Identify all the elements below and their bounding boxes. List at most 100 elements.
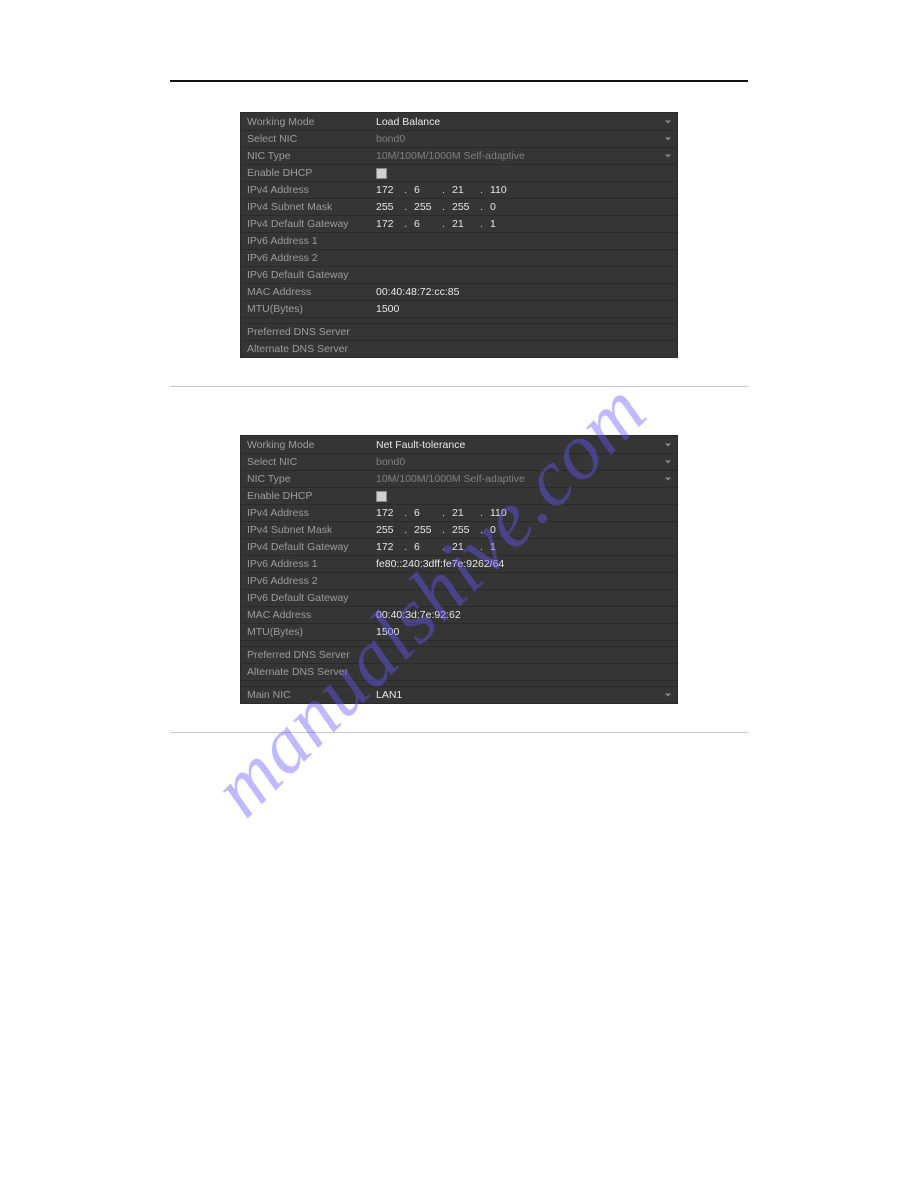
ip-octet[interactable]: 255 (452, 524, 480, 536)
text-input-preferred-dns-server[interactable] (376, 324, 677, 340)
ip-octet[interactable]: 0 (490, 201, 518, 213)
text-input-ipv6-address-1[interactable] (376, 233, 677, 249)
settings-row-ipv4-subnet-mask: IPv4 Subnet Mask255.255.255.0 (241, 198, 677, 215)
settings-row-ipv6-address-2: IPv6 Address 2 (241, 249, 677, 266)
ip-octet[interactable]: 6 (414, 218, 442, 230)
settings-row-mtu-bytes: MTU(Bytes)1500 (241, 300, 677, 317)
chevron-down-icon (665, 120, 671, 123)
field-label: Select NIC (241, 456, 376, 468)
field-label: IPv6 Address 2 (241, 575, 376, 587)
select-nic-type[interactable]: 10M/100M/1000M Self-adaptive (376, 148, 677, 164)
field-label: IPv4 Default Gateway (241, 541, 376, 553)
ip-input-ipv4-subnet-mask[interactable]: 255.255.255.0 (376, 522, 677, 538)
settings-row-ipv6-address-1: IPv6 Address 1 (241, 232, 677, 249)
ip-octet[interactable]: 172 (376, 184, 404, 196)
text-value: 00:40:48:72:cc:85 (376, 286, 459, 298)
select-main-nic[interactable]: LAN1 (376, 687, 677, 703)
settings-row-preferred-dns-server: Preferred DNS Server (241, 646, 677, 663)
settings-row-ipv6-default-gateway: IPv6 Default Gateway (241, 589, 677, 606)
ip-input-ipv4-subnet-mask[interactable]: 255.255.255.0 (376, 199, 677, 215)
ip-octet[interactable]: 6 (414, 541, 442, 553)
field-label: IPv6 Address 1 (241, 235, 376, 247)
field-label: IPv6 Address 2 (241, 252, 376, 264)
chevron-down-icon (665, 443, 671, 446)
ip-octet[interactable]: 255 (414, 524, 442, 536)
ip-dot: . (480, 541, 490, 553)
text-input-ipv6-default-gateway[interactable] (376, 590, 677, 606)
settings-row-working-mode: Working ModeLoad Balance (241, 113, 677, 130)
ip-octet[interactable]: 0 (490, 524, 518, 536)
ip-dot: . (404, 184, 414, 196)
ip-dot: . (442, 507, 452, 519)
settings-row-enable-dhcp: Enable DHCP (241, 164, 677, 181)
ip-octet[interactable]: 255 (452, 201, 480, 213)
ip-input-ipv4-address[interactable]: 172.6.21.110 (376, 505, 677, 521)
ip-octet[interactable]: 110 (490, 184, 518, 196)
ip-octet[interactable]: 6 (414, 507, 442, 519)
settings-row-working-mode: Working ModeNet Fault-tolerance (241, 436, 677, 453)
select-select-nic[interactable]: bond0 (376, 454, 677, 470)
field-label: Working Mode (241, 439, 376, 451)
text-value: fe80::240:3dff:fe7e:9262/64 (376, 558, 504, 570)
text-input-preferred-dns-server[interactable] (376, 647, 677, 663)
checkbox-enable-dhcp[interactable] (376, 491, 387, 502)
field-label: Enable DHCP (241, 167, 376, 179)
text-input-alternate-dns-server[interactable] (376, 341, 677, 357)
ip-octet[interactable]: 6 (414, 184, 442, 196)
text-input-mac-address[interactable]: 00:40:48:72:cc:85 (376, 284, 677, 300)
field-label: IPv4 Subnet Mask (241, 524, 376, 536)
settings-row-select-nic: Select NICbond0 (241, 130, 677, 147)
field-label: Preferred DNS Server (241, 326, 376, 338)
ip-octet[interactable]: 172 (376, 218, 404, 230)
field-label: IPv6 Address 1 (241, 558, 376, 570)
ip-dot: . (404, 201, 414, 213)
select-select-nic[interactable]: bond0 (376, 131, 677, 147)
ip-dot: . (442, 541, 452, 553)
chevron-down-icon (665, 138, 671, 141)
ip-input-ipv4-default-gateway[interactable]: 172.6.21.1 (376, 216, 677, 232)
ip-dot: . (404, 524, 414, 536)
field-label: IPv6 Default Gateway (241, 269, 376, 281)
select-value: bond0 (376, 456, 405, 468)
settings-row-ipv4-subnet-mask: IPv4 Subnet Mask255.255.255.0 (241, 521, 677, 538)
ip-octet[interactable]: 172 (376, 507, 404, 519)
checkbox-enable-dhcp[interactable] (376, 168, 387, 179)
text-input-ipv6-address-2[interactable] (376, 573, 677, 589)
text-input-alternate-dns-server[interactable] (376, 664, 677, 680)
ip-octet[interactable]: 255 (414, 201, 442, 213)
ip-octet[interactable]: 255 (376, 524, 404, 536)
text-input-ipv6-default-gateway[interactable] (376, 267, 677, 283)
ip-octet[interactable]: 21 (452, 218, 480, 230)
select-working-mode[interactable]: Load Balance (376, 113, 677, 130)
ip-dot: . (480, 201, 490, 213)
select-nic-type[interactable]: 10M/100M/1000M Self-adaptive (376, 471, 677, 487)
select-working-mode[interactable]: Net Fault-tolerance (376, 436, 677, 453)
ip-octet[interactable]: 21 (452, 541, 480, 553)
ip-octet[interactable]: 21 (452, 507, 480, 519)
ip-octet[interactable]: 110 (490, 507, 518, 519)
field-label: MTU(Bytes) (241, 626, 376, 638)
settings-row-select-nic: Select NICbond0 (241, 453, 677, 470)
ip-octet[interactable]: 255 (376, 201, 404, 213)
ip-octet[interactable]: 172 (376, 541, 404, 553)
text-input-mtu-bytes[interactable]: 1500 (376, 301, 677, 317)
ip-octet[interactable]: 1 (490, 218, 518, 230)
settings-row-nic-type: NIC Type10M/100M/1000M Self-adaptive (241, 147, 677, 164)
field-label: IPv4 Default Gateway (241, 218, 376, 230)
settings-row-nic-type: NIC Type10M/100M/1000M Self-adaptive (241, 470, 677, 487)
field-label: Working Mode (241, 116, 376, 128)
ip-input-ipv4-address[interactable]: 172.6.21.110 (376, 182, 677, 198)
text-input-mtu-bytes[interactable]: 1500 (376, 624, 677, 640)
ip-octet[interactable]: 21 (452, 184, 480, 196)
text-input-ipv6-address-1[interactable]: fe80::240:3dff:fe7e:9262/64 (376, 556, 677, 572)
select-value: bond0 (376, 133, 405, 145)
settings-row-ipv4-address: IPv4 Address172.6.21.110 (241, 181, 677, 198)
ip-input-ipv4-default-gateway[interactable]: 172.6.21.1 (376, 539, 677, 555)
chevron-down-icon (665, 461, 671, 464)
text-input-ipv6-address-2[interactable] (376, 250, 677, 266)
field-label: IPv4 Address (241, 507, 376, 519)
ip-dot: . (442, 218, 452, 230)
ip-octet[interactable]: 1 (490, 541, 518, 553)
text-value: 00:40:3d:7e:92:62 (376, 609, 461, 621)
text-input-mac-address[interactable]: 00:40:3d:7e:92:62 (376, 607, 677, 623)
